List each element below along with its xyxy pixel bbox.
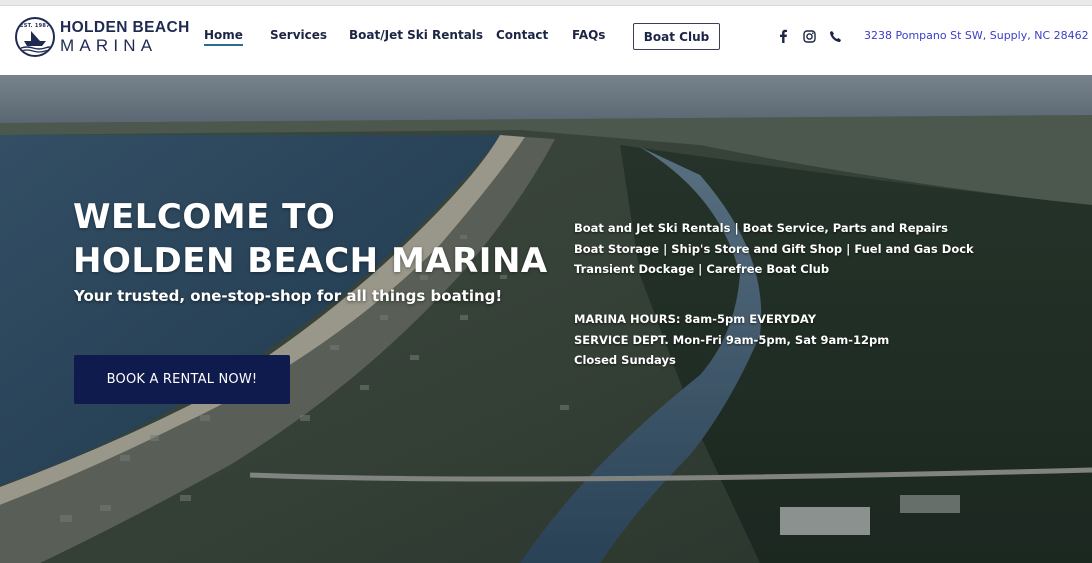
hero-overlay: [0, 75, 1092, 563]
hours-list: MARINA HOURS: 8am-5pm EVERYDAY SERVICE D…: [574, 309, 889, 371]
boat-club-button[interactable]: Boat Club: [633, 23, 720, 50]
nav-faqs[interactable]: FAQs: [572, 28, 605, 42]
nav-home[interactable]: Home: [204, 28, 243, 46]
hero-subtitle: Your trusted, one-stop-shop for all thin…: [74, 287, 503, 305]
hero-section: WELCOME TO HOLDEN BEACH MARINA Your trus…: [0, 75, 1092, 563]
service-dept-hours: SERVICE DEPT. Mon-Fri 9am-5pm, Sat 9am-1…: [574, 332, 890, 347]
marina-hours: MARINA HOURS: 8am-5pm EVERYDAY: [574, 312, 817, 326]
address-link[interactable]: 3238 Pompano St SW, Supply, NC 28462: [864, 29, 1089, 42]
book-rental-button[interactable]: BOOK A RENTAL NOW!: [74, 355, 290, 404]
instagram-icon[interactable]: [801, 28, 817, 44]
facebook-icon[interactable]: [775, 28, 791, 44]
logo-emblem-icon: EST. 1987: [15, 17, 55, 57]
phone-icon[interactable]: [827, 28, 843, 44]
site-logo[interactable]: EST. 1987 HOLDEN BEACH MARINA: [15, 15, 190, 59]
hero-title-line2: HOLDEN BEACH MARINA: [73, 241, 548, 281]
services-line: Boat Storage | Ship's Store and Gift Sho…: [574, 241, 974, 256]
services-line: Transient Dockage | Carefree Boat Club: [574, 262, 830, 277]
logo-text-line1: HOLDEN BEACH: [60, 19, 190, 37]
hero-title-line1: WELCOME TO: [73, 197, 336, 237]
nav-boat-jet-ski-rentals[interactable]: Boat/Jet Ski Rentals: [349, 28, 483, 42]
services-line: Boat and Jet Ski Rentals | Boat Service,…: [574, 221, 948, 235]
services-list: Boat and Jet Ski Rentals | Boat Service,…: [574, 218, 974, 280]
nav-services[interactable]: Services: [270, 28, 327, 42]
site-header: EST. 1987 HOLDEN BEACH MARINA Home Servi…: [0, 7, 1092, 67]
hero-title: WELCOME TO HOLDEN BEACH MARINA: [73, 195, 548, 283]
closed-days: Closed Sundays: [574, 353, 676, 368]
browser-top-border: [0, 0, 1092, 6]
logo-text-line2: MARINA: [60, 35, 158, 55]
nav-contact[interactable]: Contact: [496, 28, 548, 42]
